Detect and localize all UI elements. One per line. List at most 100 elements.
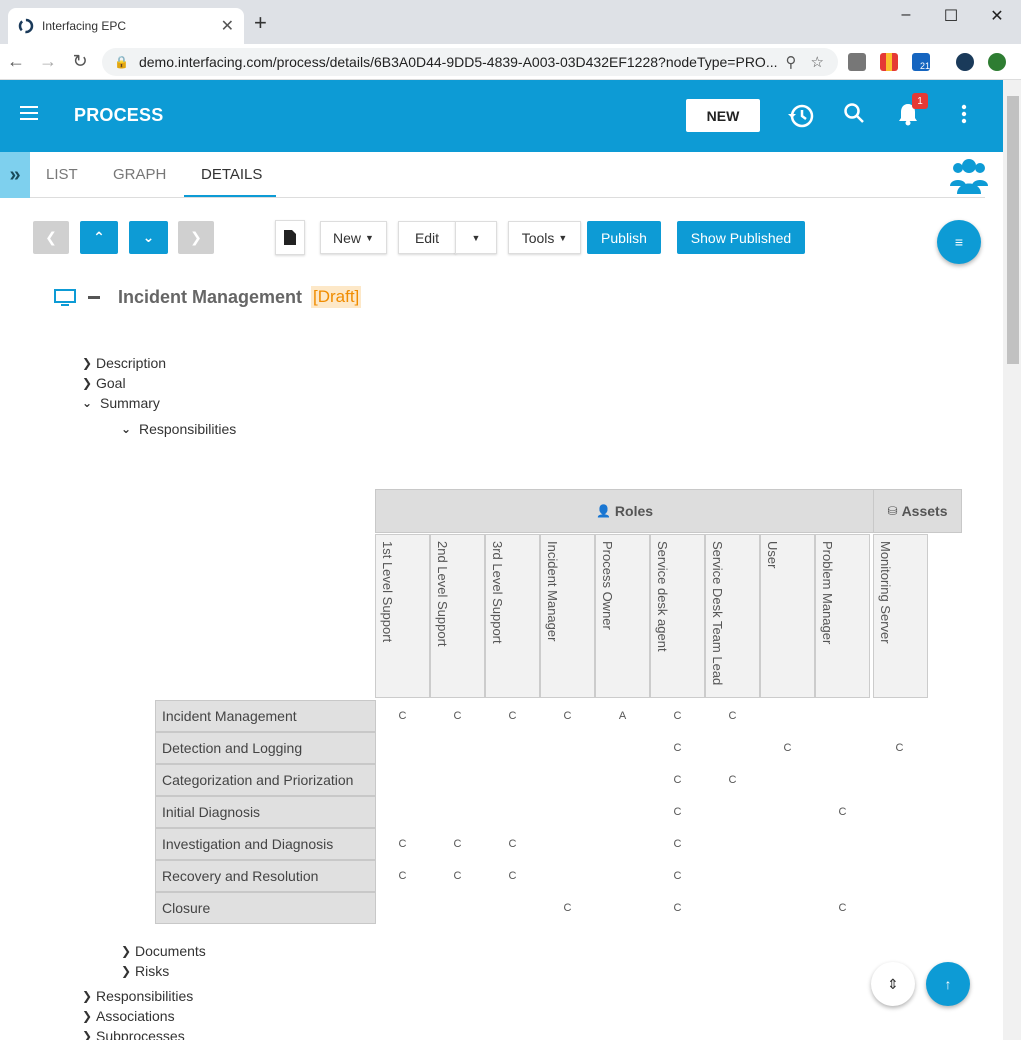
- tools-dropdown-label: Tools: [521, 229, 555, 246]
- column-label: Problem Manager: [820, 541, 835, 645]
- assets-header: ⛁ Assets: [873, 489, 962, 533]
- matrix-cell: C: [673, 710, 682, 722]
- back-icon[interactable]: ←: [6, 51, 26, 72]
- tree-item-associations[interactable]: ❯ Associations: [82, 1008, 175, 1024]
- lock-icon: 🔒: [114, 55, 129, 69]
- browser-tab[interactable]: Interfacing EPC ✕: [8, 8, 244, 44]
- browser-tab-bar: Interfacing EPC ✕ + – ☐ ✕: [0, 0, 1021, 44]
- close-tab-icon[interactable]: ✕: [221, 16, 234, 36]
- scrollbar-thumb[interactable]: [1007, 96, 1019, 364]
- chevron-up-icon: ⌃: [93, 229, 105, 245]
- browser-tab-title: Interfacing EPC: [42, 19, 127, 33]
- extension-update-icon[interactable]: [988, 53, 1006, 71]
- matrix-cell: C: [673, 742, 682, 754]
- down-button[interactable]: ⌄: [129, 221, 168, 254]
- bookmark-star-icon[interactable]: ☆: [811, 53, 824, 71]
- expand-sidebar-icon[interactable]: »: [0, 152, 30, 198]
- maximize-icon[interactable]: ☐: [941, 6, 961, 26]
- new-button[interactable]: NEW: [686, 99, 760, 132]
- extension-epc-icon[interactable]: [956, 53, 974, 71]
- scroll-top-button[interactable]: ↑: [926, 962, 970, 1006]
- tab-details[interactable]: DETAILS: [201, 166, 262, 183]
- matrix-cell: C: [673, 838, 682, 850]
- chevron-right-icon: ❯: [82, 356, 93, 370]
- chevron-right-icon: ❯: [82, 989, 93, 1003]
- column-label: Monitoring Server: [878, 541, 893, 644]
- new-tab-icon[interactable]: +: [254, 12, 267, 34]
- previous-button[interactable]: ❮: [33, 221, 69, 254]
- publish-button[interactable]: Publish: [587, 221, 661, 254]
- chevron-right-icon: ❯: [121, 944, 132, 958]
- close-window-icon[interactable]: ✕: [987, 6, 1007, 26]
- tab-list[interactable]: LIST: [46, 166, 78, 183]
- matrix-row-header: Initial Diagnosis: [155, 796, 376, 828]
- matrix-column-header: Incident Manager: [540, 534, 595, 698]
- matrix-cell: C: [673, 774, 682, 786]
- forward-icon[interactable]: →: [38, 51, 58, 72]
- edit-button[interactable]: Edit: [398, 221, 456, 254]
- tabs-divider: [30, 197, 985, 198]
- document-icon: [284, 230, 296, 245]
- extension-calendar-icon[interactable]: 21: [912, 53, 930, 71]
- chevron-down-icon: ⌄: [142, 229, 155, 245]
- extension-m-icon[interactable]: [880, 53, 898, 71]
- matrix-column-header: User: [760, 534, 815, 698]
- next-button[interactable]: ❯: [178, 221, 214, 254]
- matrix-cell: C: [398, 838, 407, 850]
- collapse-icon[interactable]: [88, 296, 100, 299]
- search-icon[interactable]: [843, 102, 865, 129]
- matrix-cell: C: [508, 870, 517, 882]
- scrollbar[interactable]: [1003, 80, 1021, 1040]
- up-button[interactable]: ⌃: [80, 221, 118, 254]
- add-note-fab[interactable]: ≡: [937, 220, 981, 264]
- tree-item-responsibilities[interactable]: ❯ Responsibilities: [82, 988, 193, 1004]
- show-published-button[interactable]: Show Published: [677, 221, 805, 254]
- assets-label: Assets: [901, 503, 948, 519]
- caret-down-icon: ▼: [558, 232, 568, 243]
- users-group-icon[interactable]: [948, 156, 990, 199]
- tree-item-summary[interactable]: ⌄ Summary: [82, 395, 160, 411]
- matrix-row-header: Investigation and Diagnosis: [155, 828, 376, 860]
- matrix-row-header: Categorization and Priorization: [155, 764, 376, 796]
- zoom-icon[interactable]: ⚲: [786, 53, 797, 71]
- url-bar[interactable]: 🔒 demo.interfacing.com/process/details/6…: [102, 48, 838, 76]
- more-vert-icon[interactable]: [954, 102, 974, 131]
- column-label: Incident Manager: [545, 541, 560, 642]
- tab-graph[interactable]: GRAPH: [113, 166, 166, 183]
- tree-item-goal[interactable]: ❯ Goal: [82, 375, 126, 391]
- tree-label: Description: [96, 355, 167, 371]
- url-text: demo.interfacing.com/process/details/6B3…: [138, 54, 778, 70]
- reload-icon[interactable]: ↻: [70, 51, 90, 72]
- tools-dropdown[interactable]: Tools ▼: [508, 221, 581, 254]
- app-header: PROCESS NEW: [0, 80, 1003, 152]
- tree-item-risks[interactable]: ❯ Risks: [121, 963, 169, 979]
- tree-item-subprocesses[interactable]: ❯ Subprocesses: [82, 1028, 185, 1040]
- unfold-icon: ⇕: [887, 975, 899, 992]
- matrix-cell: C: [838, 806, 847, 818]
- matrix-cell: C: [673, 870, 682, 882]
- column-label: 3rd Level Support: [490, 541, 505, 644]
- edit-dropdown[interactable]: ▼: [455, 221, 497, 254]
- document-button[interactable]: [275, 220, 305, 255]
- tree-item-documents[interactable]: ❯ Documents: [121, 943, 206, 959]
- menu-icon[interactable]: [20, 106, 38, 124]
- matrix-column-header: 3rd Level Support: [485, 534, 540, 698]
- new-dropdown[interactable]: New ▼: [320, 221, 387, 254]
- scroll-toggle-button[interactable]: ⇕: [871, 962, 915, 1006]
- matrix-column-header: 2nd Level Support: [430, 534, 485, 698]
- column-label: 2nd Level Support: [435, 541, 450, 647]
- extension-flag-icon[interactable]: [848, 53, 866, 71]
- matrix-cell: C: [563, 710, 572, 722]
- tree-item-description[interactable]: ❯ Description: [82, 355, 166, 371]
- tree-item-responsibilities-sub[interactable]: ⌄ Responsibilities: [121, 421, 236, 437]
- monitor-icon: [54, 289, 76, 310]
- chevron-right-icon: ❯: [82, 1029, 93, 1040]
- column-label: 1st Level Support: [380, 541, 395, 643]
- matrix-column-header: 1st Level Support: [375, 534, 430, 698]
- matrix-cell: C: [508, 838, 517, 850]
- minimize-icon[interactable]: –: [896, 6, 916, 24]
- history-icon[interactable]: [786, 102, 816, 135]
- chevron-right-icon: ❯: [82, 376, 93, 390]
- status-badge: [Draft]: [311, 286, 362, 308]
- chevron-down-icon: ⌄: [82, 396, 93, 410]
